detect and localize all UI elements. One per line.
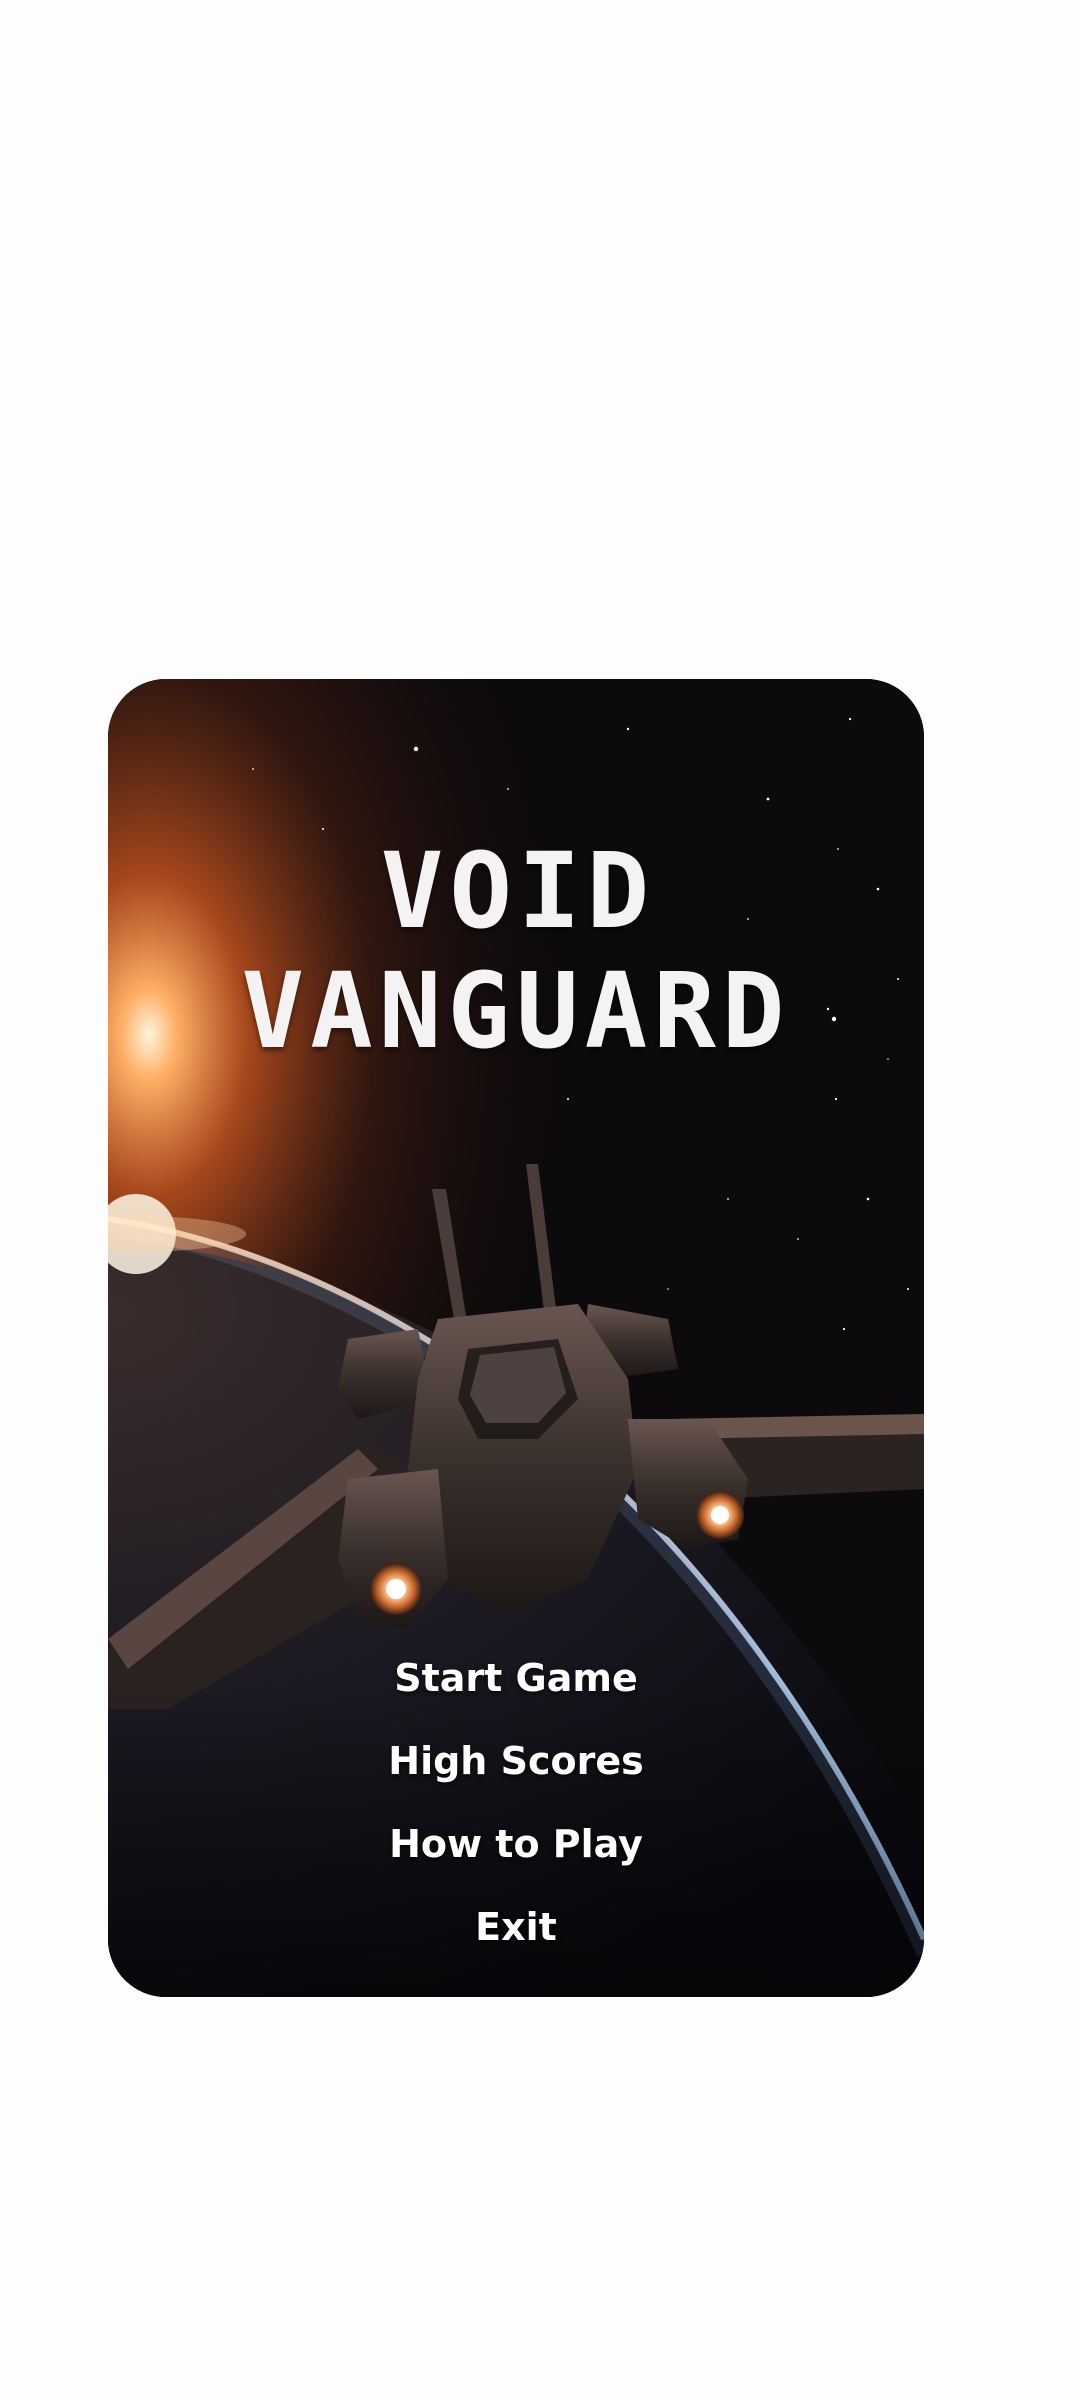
- start-game-button[interactable]: Start Game: [108, 1637, 924, 1720]
- high-scores-button[interactable]: High Scores: [108, 1720, 924, 1803]
- main-menu: Start Game High Scores How to Play Exit: [108, 1637, 924, 1969]
- screen: VOID VANGUARD Start Game High Scores How…: [0, 0, 1080, 2400]
- exit-button[interactable]: Exit: [108, 1886, 924, 1969]
- game-main-menu-card: VOID VANGUARD Start Game High Scores How…: [108, 679, 924, 1997]
- how-to-play-button[interactable]: How to Play: [108, 1803, 924, 1886]
